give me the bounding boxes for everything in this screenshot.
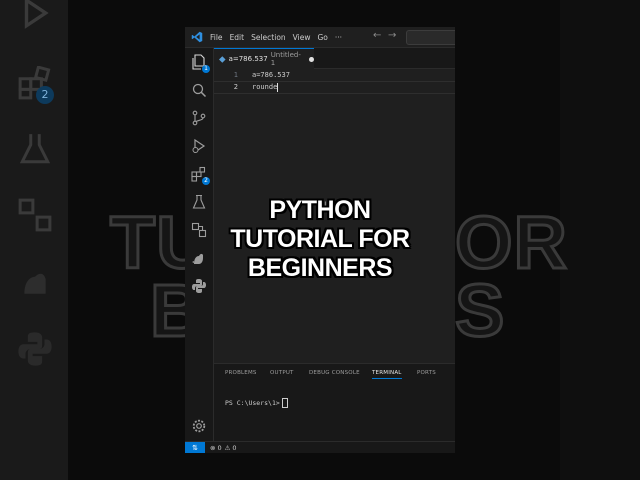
tab-code-preview: a=786.537 [228,55,268,63]
search-icon [192,83,207,98]
bottom-panel: PROBLEMS OUTPUT DEBUG CONSOLE TERMINAL P… [214,363,455,442]
manage-button[interactable] [191,418,207,434]
problems-status[interactable]: ⊗ 0 ⚠ 0 [210,442,237,453]
terminal-output[interactable]: PS C:\Users\1> [225,398,288,408]
warning-count: 0 [232,444,237,452]
menu-more[interactable]: ··· [335,33,342,42]
text-caret [277,82,279,92]
error-count: 0 [217,444,222,452]
python-file-icon [219,55,226,63]
run-debug-icon [192,138,206,154]
unsaved-dot-icon[interactable] [309,56,314,62]
video-caption: PYTHON TUTORIAL FOR BEGINNERS [180,196,460,283]
background-caption-right-2: S [453,268,506,354]
line-number: 1 [233,71,238,79]
background-docker-icon [24,273,46,294]
source-control-icon [192,110,206,126]
extensions-button[interactable]: 2 [191,166,210,185]
tab-filename: Untitled-1 [270,51,301,67]
forward-arrow-icon[interactable]: → [388,30,396,41]
background-testing-icon [19,134,51,164]
remote-icon: ⇅ [192,444,198,452]
menu-go[interactable]: Go [317,33,327,42]
background-badge: 2 [36,86,54,104]
code-line-current: 2 rounde [214,81,455,94]
caption-line-2: TUTORIAL FOR [230,225,410,253]
search-button[interactable] [191,82,207,98]
code-text: rounde [252,83,278,91]
tab-output[interactable]: OUTPUT [270,370,294,376]
menu-selection[interactable]: Selection [251,33,286,42]
menu-file[interactable]: File [210,33,223,42]
source-control-button[interactable] [191,110,207,126]
background-run-debug-icon [24,0,49,29]
code-line: 1 a=786.537 [214,70,455,81]
remote-indicator-button[interactable]: ⇅ [185,442,205,453]
title-bar: File Edit Selection View Go ··· ← → [185,27,455,48]
code-text: a=786.537 [252,71,290,79]
caption-line-1: PYTHON [269,196,371,224]
gear-icon [192,419,206,433]
explorer-button[interactable]: 1 [191,54,210,73]
menu-edit[interactable]: Edit [230,33,245,42]
tab-untitled-1[interactable]: a=786.537 Untitled-1 [214,48,314,69]
line-number: 2 [233,83,238,91]
panel-tabs: PROBLEMS OUTPUT DEBUG CONSOLE TERMINAL P… [214,364,455,384]
vscode-logo-icon [191,31,203,43]
caption-line-3: BEGINNERS [247,254,393,282]
status-bar: ⇅ ⊗ 0 ⚠ 0 [185,441,455,453]
terminal-cursor [281,398,288,408]
background-python-icon [18,332,52,366]
tab-debug-console[interactable]: DEBUG CONSOLE [309,370,360,376]
run-debug-button[interactable] [191,138,207,154]
back-arrow-icon[interactable]: ← [373,30,381,41]
code-text-wrapper: rounde [252,82,279,93]
terminal-prompt: PS C:\Users\1> [225,399,280,407]
tab-terminal[interactable]: TERMINAL [372,370,402,379]
tab-ports[interactable]: PORTS [417,370,436,376]
background-right-strip [560,0,640,480]
editor-tabs: a=786.537 Untitled-1 [214,48,455,69]
background-remote-explorer-icon [18,198,52,232]
tab-problems[interactable]: PROBLEMS [225,370,257,376]
warning-icon: ⚠ [224,444,231,452]
explorer-badge: 1 [202,65,210,73]
command-center-search[interactable] [406,30,455,45]
menu-view[interactable]: View [293,33,311,42]
extensions-badge: 2 [202,177,210,185]
error-icon: ⊗ [210,444,216,452]
menu-bar: File Edit Selection View Go ··· [210,27,349,47]
